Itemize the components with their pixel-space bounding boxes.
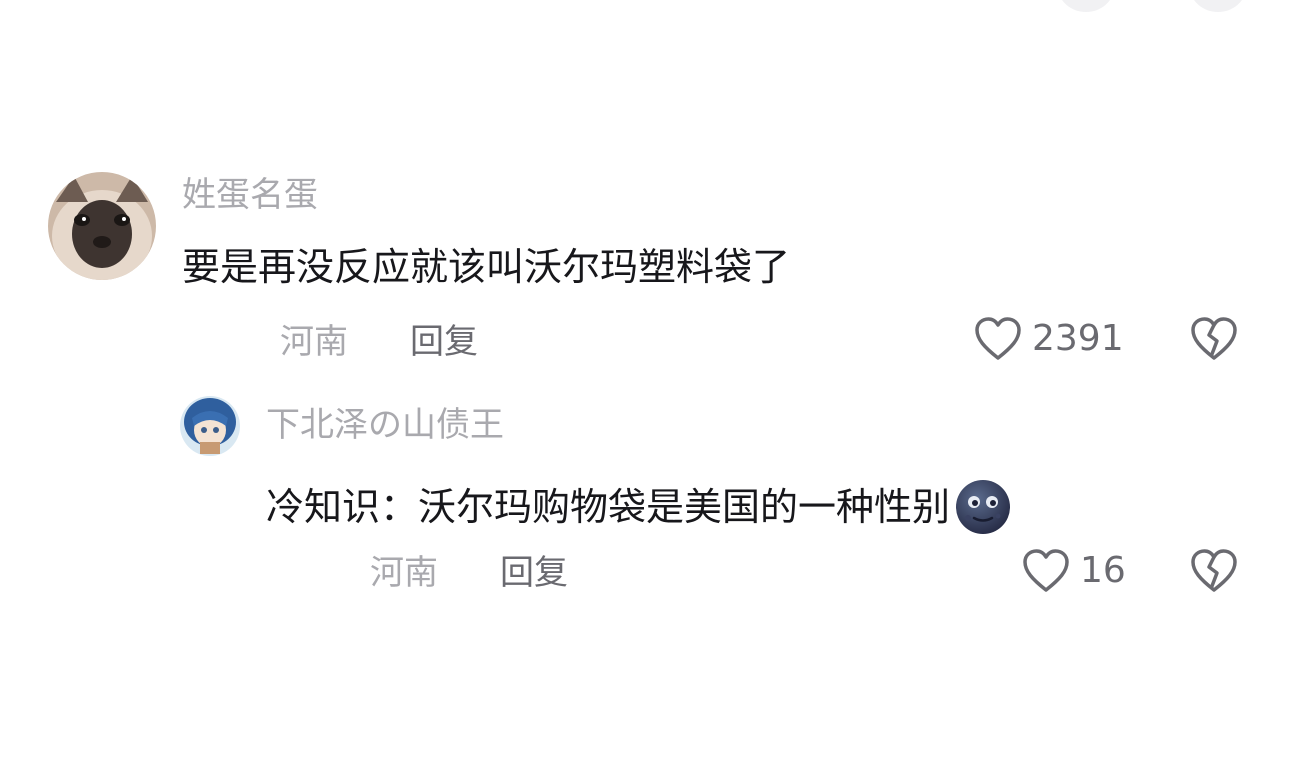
comment-thread: 姓蛋名蛋 要是再没反应就该叫沃尔玛塑料袋了 河南 回复 2391 下北泽の山债王… <box>0 0 1290 771</box>
heart-outline-icon <box>974 316 1022 362</box>
dislike-button[interactable] <box>1190 548 1238 594</box>
heart-outline-icon <box>1022 548 1070 594</box>
top-action-button[interactable] <box>1190 0 1246 12</box>
like-count: 16 <box>1080 550 1126 591</box>
comment-text: 要是再没反应就该叫沃尔玛塑料袋了 <box>182 245 791 289</box>
broken-heart-outline-icon <box>1190 548 1238 594</box>
comment-text-content: 冷知识：沃尔玛购物袋是美国的一种性别 <box>266 485 951 529</box>
dislike-button[interactable] <box>1190 316 1238 362</box>
comment-location: 河南 <box>370 553 438 593</box>
comment-location: 河南 <box>280 322 348 362</box>
avatar[interactable] <box>48 172 156 280</box>
avatar[interactable] <box>180 396 240 456</box>
top-action-button[interactable] <box>1058 0 1114 12</box>
like-button[interactable]: 2391 <box>974 316 1124 362</box>
like-button[interactable]: 16 <box>1022 548 1126 594</box>
broken-heart-outline-icon <box>1190 316 1238 362</box>
comment-username[interactable]: 姓蛋名蛋 <box>182 178 318 212</box>
reply-button[interactable]: 回复 <box>500 556 568 590</box>
comment-username[interactable]: 下北泽の山债王 <box>266 408 504 442</box>
reply-button[interactable]: 回复 <box>410 325 478 359</box>
like-count: 2391 <box>1032 318 1124 359</box>
new-moon-face-emoji-icon <box>954 478 1012 536</box>
comment-text: 冷知识：沃尔玛购物袋是美国的一种性别 <box>266 478 1012 536</box>
